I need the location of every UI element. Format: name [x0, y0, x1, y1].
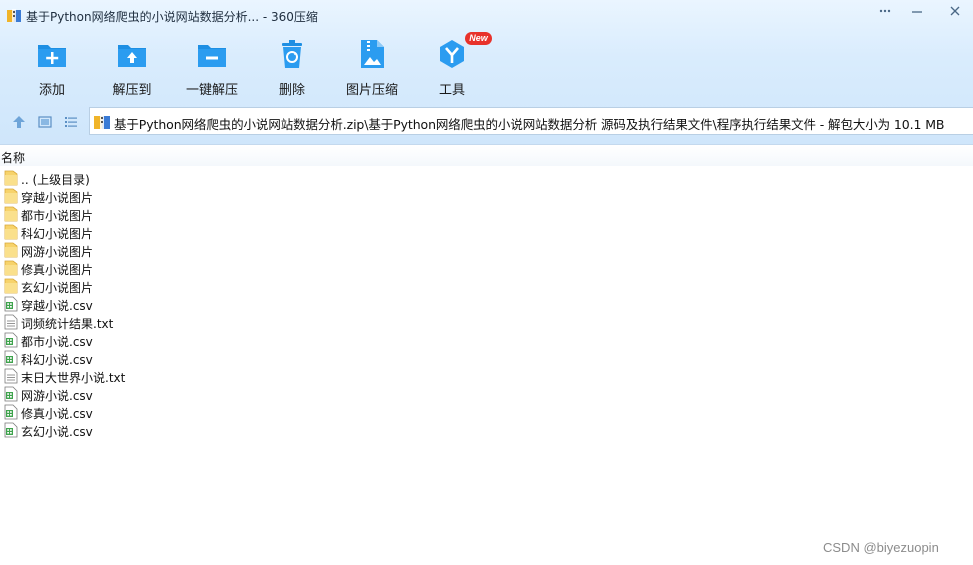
list-item-name: 网游小说图片	[21, 245, 94, 259]
list-item-folder[interactable]: 穿越小说图片	[0, 187, 600, 205]
window-title: 基于Python网络爬虫的小说网站数据分析... - 360压缩	[26, 10, 318, 24]
watermark: CSDN @biyezuopin	[823, 540, 939, 555]
column-name-header[interactable]: 名称	[1, 149, 25, 166]
title-bar: 基于Python网络爬虫的小说网站数据分析... - 360压缩	[0, 0, 973, 30]
list-item-name: 都市小说图片	[21, 209, 94, 223]
image-compress-label: 图片压缩	[345, 83, 398, 98]
list-item-folder[interactable]: 都市小说图片	[0, 205, 600, 223]
folder-icon	[4, 206, 18, 222]
list-item-name: 科幻小说图片	[21, 227, 94, 241]
up-arrow-icon[interactable]	[12, 115, 26, 129]
list-item-folder[interactable]: 修真小说图片	[0, 259, 600, 277]
address-row: 基于Python网络爬虫的小说网站数据分析.zip\基于Python网络爬虫的小…	[0, 107, 973, 137]
list-item-name: 科幻小说.csv	[21, 353, 93, 367]
image-compress-icon	[361, 40, 384, 68]
folder-icon	[4, 242, 18, 258]
folder-icon	[4, 260, 18, 276]
address-bar[interactable]: 基于Python网络爬虫的小说网站数据分析.zip\基于Python网络爬虫的小…	[89, 107, 973, 135]
new-badge: New	[465, 32, 492, 45]
tools-button[interactable]: New 工具	[412, 32, 492, 98]
list-item-name: 修真小说图片	[21, 263, 94, 277]
list-item-file[interactable]: 科幻小说.csv	[0, 349, 600, 367]
close-icon[interactable]	[948, 4, 962, 18]
list-item-name: 都市小说.csv	[21, 335, 93, 349]
list-item-name: 末日大世界小说.txt	[21, 371, 126, 385]
list-item-name: 修真小说.csv	[21, 407, 93, 421]
folder-icon	[4, 188, 18, 204]
text-file-icon	[4, 368, 18, 384]
recycle-bin-icon	[282, 40, 302, 68]
list-item-name: .. (上级目录)	[21, 173, 90, 187]
archive-app-icon	[7, 9, 21, 22]
column-header: 名称	[0, 146, 973, 166]
add-button[interactable]: 添加	[12, 34, 92, 98]
extract-to-label: 解压到	[112, 83, 152, 98]
add-folder-icon	[38, 45, 66, 67]
tools-icon	[440, 40, 464, 68]
text-file-icon	[4, 314, 18, 330]
list-item-name: 词频统计结果.txt	[21, 317, 114, 331]
list-item-folder[interactable]: .. (上级目录)	[0, 169, 600, 187]
zip-archive-icon	[94, 115, 110, 129]
list-item-name: 玄幻小说图片	[21, 281, 94, 295]
main-toolbar: 添加 解压到 一键解压 删除 图片压缩 New 工具	[0, 32, 973, 98]
list-item-file[interactable]: 修真小说.csv	[0, 403, 600, 421]
csv-file-icon	[4, 296, 18, 312]
top-chrome: 基于Python网络爬虫的小说网站数据分析... - 360压缩 添加 解压到 …	[0, 0, 973, 145]
csv-file-icon	[4, 386, 18, 402]
csv-file-icon	[4, 404, 18, 420]
thumbnail-view-icon[interactable]	[38, 115, 52, 129]
list-item-file[interactable]: 穿越小说.csv	[0, 295, 600, 313]
list-item-file[interactable]: 网游小说.csv	[0, 385, 600, 403]
folder-icon	[4, 278, 18, 294]
add-label: 添加	[38, 83, 65, 98]
folder-icon	[4, 170, 18, 186]
delete-button[interactable]: 删除	[252, 34, 332, 98]
list-item-file[interactable]: 玄幻小说.csv	[0, 421, 600, 439]
image-compress-button[interactable]: 图片压缩	[332, 34, 412, 98]
minimize-icon[interactable]	[910, 4, 924, 18]
list-item-folder[interactable]: 网游小说图片	[0, 241, 600, 259]
csv-file-icon	[4, 422, 18, 438]
tools-label: 工具	[438, 83, 465, 98]
list-item-name: 穿越小说图片	[21, 191, 94, 205]
delete-label: 删除	[278, 83, 305, 98]
extract-to-icon	[118, 45, 146, 67]
csv-file-icon	[4, 350, 18, 366]
list-item-file[interactable]: 末日大世界小说.txt	[0, 367, 600, 385]
address-path: 基于Python网络爬虫的小说网站数据分析.zip\基于Python网络爬虫的小…	[114, 117, 945, 132]
one-click-extract-label: 一键解压	[185, 83, 238, 98]
list-item-folder[interactable]: 玄幻小说图片	[0, 277, 600, 295]
list-item-folder[interactable]: 科幻小说图片	[0, 223, 600, 241]
list-item-name: 玄幻小说.csv	[21, 425, 93, 439]
extract-to-button[interactable]: 解压到	[92, 34, 172, 98]
csv-file-icon	[4, 332, 18, 348]
list-item-file[interactable]: 词频统计结果.txt	[0, 313, 600, 331]
one-click-extract-button[interactable]: 一键解压	[172, 34, 252, 98]
file-list: .. (上级目录) 穿越小说图片 都市小说图片 科幻小说图片 网游小说图片 修真小说图片玄…	[0, 169, 600, 439]
list-view-icon[interactable]	[64, 115, 78, 129]
list-item-name: 穿越小说.csv	[21, 299, 93, 313]
list-item-name: 网游小说.csv	[21, 389, 93, 403]
folder-icon	[4, 224, 18, 240]
one-click-extract-icon	[198, 45, 226, 67]
list-item-file[interactable]: 都市小说.csv	[0, 331, 600, 349]
more-icon[interactable]	[878, 4, 892, 18]
